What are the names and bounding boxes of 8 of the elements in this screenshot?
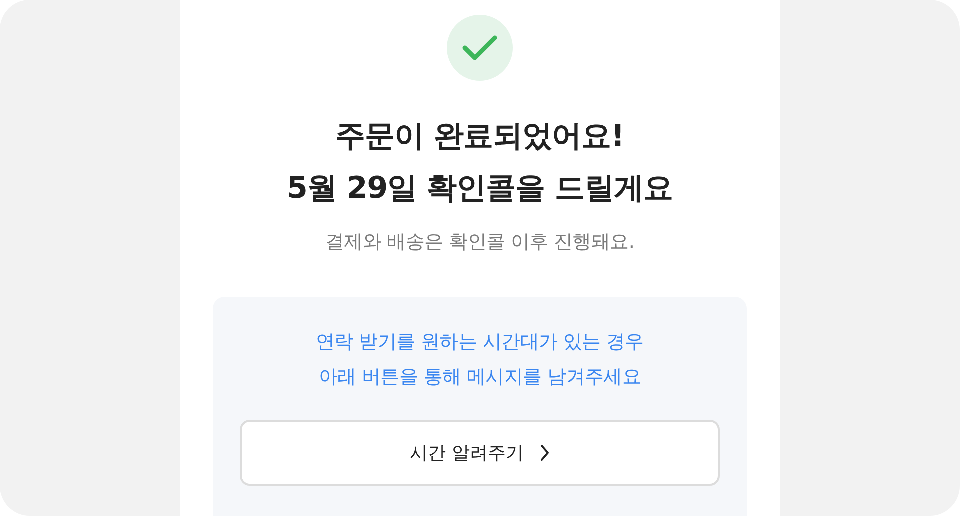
checkmark-icon [462,34,498,62]
time-request-button[interactable]: 시간 알려주기 [240,420,720,486]
headline: 5월 29일 확인콜을 드릴게요 [287,170,673,208]
headline: 주문이 완료되었어요! [336,118,624,156]
chevron-right-icon [540,444,550,462]
notice-text: 연락 받기를 원하는 시간대가 있는 경우 [316,330,644,355]
notice-text: 아래 버튼을 통해 메시지를 남겨주세요 [318,365,642,390]
subtitle: 결제와 배송은 확인콜 이후 진행돼요. [325,230,635,255]
